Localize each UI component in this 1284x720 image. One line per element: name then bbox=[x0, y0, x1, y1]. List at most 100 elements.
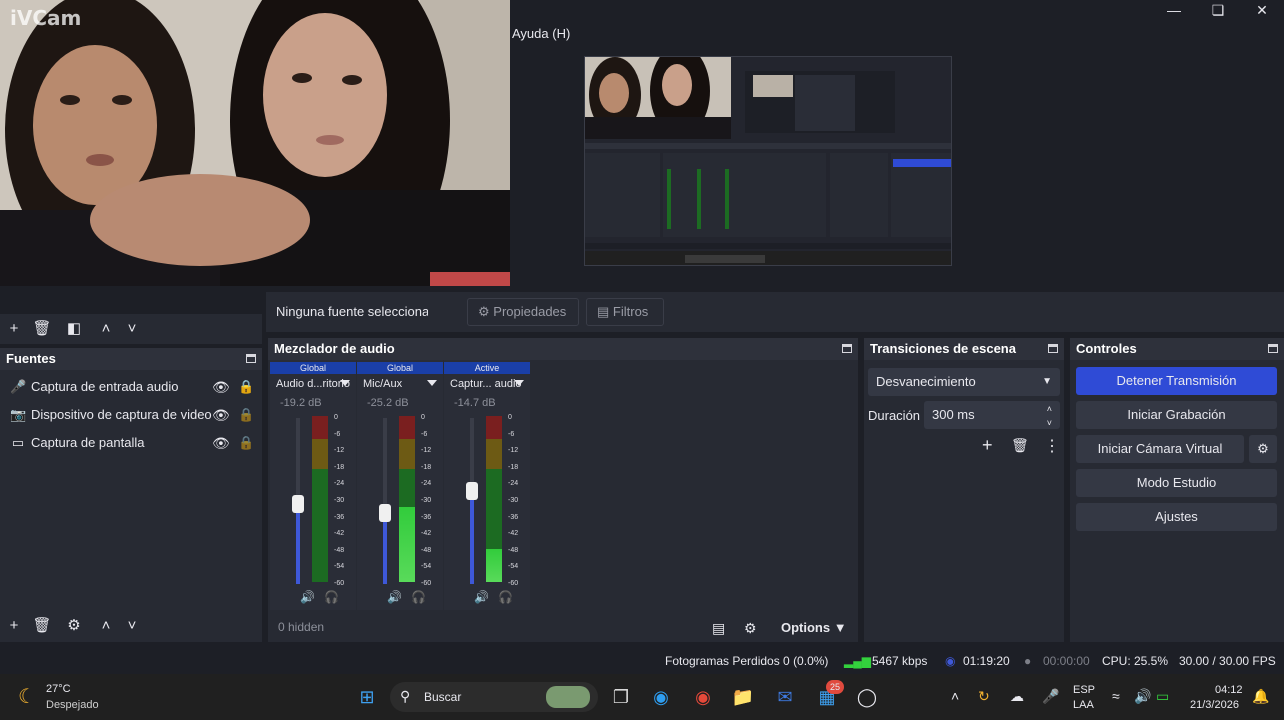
maximize-icon[interactable]: ❏ bbox=[1196, 0, 1240, 20]
start-recording-button[interactable]: Iniciar Grabación bbox=[1076, 401, 1277, 429]
meter-tick-label: -54 bbox=[421, 563, 432, 570]
volume-slider-knob[interactable] bbox=[466, 482, 478, 500]
source-item[interactable]: 📷 Dispositivo de captura de video 👁 🔒 bbox=[0, 401, 262, 429]
clock-time[interactable]: 04:12 bbox=[1215, 684, 1243, 696]
weather-moon-icon[interactable]: ☾ bbox=[18, 684, 36, 709]
undock-icon[interactable] bbox=[1268, 344, 1278, 353]
monitor-headphones-icon[interactable]: 🎧 bbox=[324, 590, 339, 604]
preview-image bbox=[585, 57, 951, 265]
properties-button[interactable]: ⚙ Propiedades bbox=[467, 298, 579, 326]
volume-slider[interactable] bbox=[379, 418, 391, 584]
volume-slider-fill bbox=[470, 491, 474, 584]
meter-tick-label: -48 bbox=[334, 547, 345, 554]
add-transition-icon[interactable]: + bbox=[982, 435, 993, 456]
chevron-up-icon[interactable]: ˄ bbox=[96, 319, 116, 339]
virtual-camera-settings-button[interactable]: ⚙ bbox=[1249, 435, 1277, 463]
close-icon[interactable]: ✕ bbox=[1240, 0, 1284, 20]
monitor-headphones-icon[interactable]: 🎧 bbox=[411, 590, 426, 604]
battery-icon[interactable]: ▭ bbox=[1156, 688, 1169, 705]
tray-chevron-up-icon[interactable]: ˄ bbox=[951, 688, 959, 704]
mixer-channel: Global Mic/Aux -25.2 dB 0 -6 -12 -18 -24 -30 -36 -… bbox=[357, 360, 443, 610]
outlook-icon[interactable]: ✉ bbox=[770, 682, 800, 712]
menu-help[interactable]: Ayuda (H) bbox=[512, 26, 570, 41]
volume-icon[interactable]: 🔊 bbox=[1134, 688, 1151, 705]
language-top[interactable]: ESP bbox=[1073, 684, 1095, 696]
task-view-icon[interactable]: ❐ bbox=[606, 682, 636, 712]
caret-down-icon[interactable] bbox=[514, 380, 524, 386]
lock-icon[interactable]: 🔒 bbox=[238, 401, 254, 429]
channel-name[interactable]: Audio d...ritorio bbox=[276, 378, 350, 390]
level-meter bbox=[312, 416, 328, 582]
caret-down-icon[interactable] bbox=[427, 380, 437, 386]
onedrive-icon[interactable]: ☁ bbox=[1010, 688, 1024, 705]
source-item[interactable]: 🎤 Captura de entrada audio 👁 🔒 bbox=[0, 373, 262, 401]
meter-tick-label: -48 bbox=[508, 547, 519, 554]
add-source-icon[interactable]: + bbox=[4, 616, 24, 636]
wifi-icon[interactable]: ≈ bbox=[1112, 688, 1120, 704]
volume-slider-knob[interactable] bbox=[379, 504, 391, 522]
options-button[interactable]: Options ▼ bbox=[781, 620, 847, 635]
transition-select[interactable]: Desvanecimiento ▼ bbox=[868, 368, 1060, 396]
stop-streaming-button[interactable]: Detener Transmisión bbox=[1076, 367, 1277, 395]
monitor-headphones-icon[interactable]: 🎧 bbox=[498, 590, 513, 604]
lock-icon[interactable]: 🔒 bbox=[238, 373, 254, 401]
volume-slider-knob[interactable] bbox=[292, 495, 304, 513]
speaker-icon[interactable]: 🔊 bbox=[474, 590, 489, 604]
add-scene-icon[interactable]: + bbox=[4, 319, 24, 339]
file-explorer-icon[interactable]: 📁 bbox=[728, 682, 758, 712]
search-box[interactable]: ⚲ Buscar bbox=[390, 682, 598, 712]
obs-icon[interactable]: ◯ bbox=[852, 682, 882, 712]
meter-tick-label: -60 bbox=[508, 580, 519, 587]
channel-name[interactable]: Mic/Aux bbox=[363, 378, 402, 390]
filters-button[interactable]: ▤ Filtros bbox=[586, 298, 664, 326]
chrome-icon[interactable]: ◉ bbox=[688, 682, 718, 712]
sync-icon[interactable]: ↻ bbox=[978, 688, 990, 705]
stepper-down-icon[interactable]: ˅ bbox=[1047, 409, 1052, 437]
meter-tick-label: -54 bbox=[508, 563, 519, 570]
volume-slider[interactable] bbox=[292, 418, 304, 584]
chevron-down-icon[interactable]: ˅ bbox=[122, 616, 142, 636]
layout-icon[interactable]: ▤ bbox=[712, 620, 725, 637]
edge-icon[interactable]: ◉ bbox=[646, 682, 676, 712]
camera-icon: 📷 bbox=[10, 407, 27, 422]
settings-button[interactable]: Ajustes bbox=[1076, 503, 1277, 531]
gear-icon[interactable]: ⚙ bbox=[64, 616, 84, 636]
preview-canvas[interactable] bbox=[584, 56, 952, 266]
chevron-down-icon[interactable]: ˅ bbox=[122, 319, 142, 339]
minimize-icon[interactable]: — bbox=[1152, 0, 1196, 20]
chevron-up-icon[interactable]: ˄ bbox=[96, 616, 116, 636]
mixer-header: Mezclador de audio bbox=[268, 338, 858, 360]
channel-name[interactable]: Captur... audio bbox=[450, 378, 522, 390]
microphone-icon[interactable]: 🎤 bbox=[1042, 688, 1059, 705]
caret-down-icon[interactable] bbox=[340, 380, 350, 386]
more-icon[interactable]: ⋮ bbox=[1044, 436, 1060, 456]
meter-tick-label: -36 bbox=[334, 514, 345, 521]
start-virtual-camera-button[interactable]: Iniciar Cámara Virtual bbox=[1076, 435, 1244, 463]
eye-icon[interactable]: 👁 bbox=[212, 373, 230, 401]
undock-icon[interactable] bbox=[246, 354, 256, 363]
windows-start-icon[interactable]: ⊞ bbox=[352, 682, 382, 712]
advanced-audio-icon[interactable]: ⚙ bbox=[744, 620, 757, 637]
duration-input[interactable]: 300 ms ˄ ˅ bbox=[924, 401, 1060, 429]
lock-icon[interactable]: 🔒 bbox=[238, 429, 254, 457]
filter-icon[interactable]: ◧ bbox=[64, 319, 84, 339]
studio-mode-button[interactable]: Modo Estudio bbox=[1076, 469, 1277, 497]
trash-icon[interactable]: 🗑 bbox=[32, 616, 52, 636]
notifications-icon[interactable]: 🔔 bbox=[1252, 688, 1269, 705]
trash-icon[interactable]: 🗑 bbox=[1011, 437, 1029, 454]
speaker-icon[interactable]: 🔊 bbox=[387, 590, 402, 604]
eye-icon[interactable]: 👁 bbox=[212, 429, 230, 457]
volume-slider[interactable] bbox=[466, 418, 478, 584]
undock-icon[interactable] bbox=[1048, 344, 1058, 353]
undock-icon[interactable] bbox=[842, 344, 852, 353]
eye-icon[interactable]: 👁 bbox=[212, 401, 230, 429]
speaker-icon[interactable]: 🔊 bbox=[300, 590, 315, 604]
weather-temp[interactable]: 27°C bbox=[46, 683, 71, 695]
level-meter bbox=[399, 416, 415, 582]
hidden-count: 0 hidden bbox=[278, 620, 325, 634]
transition-selected: Desvanecimiento bbox=[876, 374, 976, 389]
trash-icon[interactable]: 🗑 bbox=[32, 319, 52, 339]
caret-down-icon: ▼ bbox=[833, 620, 847, 635]
meter-tick-label: -24 bbox=[334, 480, 345, 487]
source-item[interactable]: ▭ Captura de pantalla 👁 🔒 bbox=[0, 429, 262, 457]
